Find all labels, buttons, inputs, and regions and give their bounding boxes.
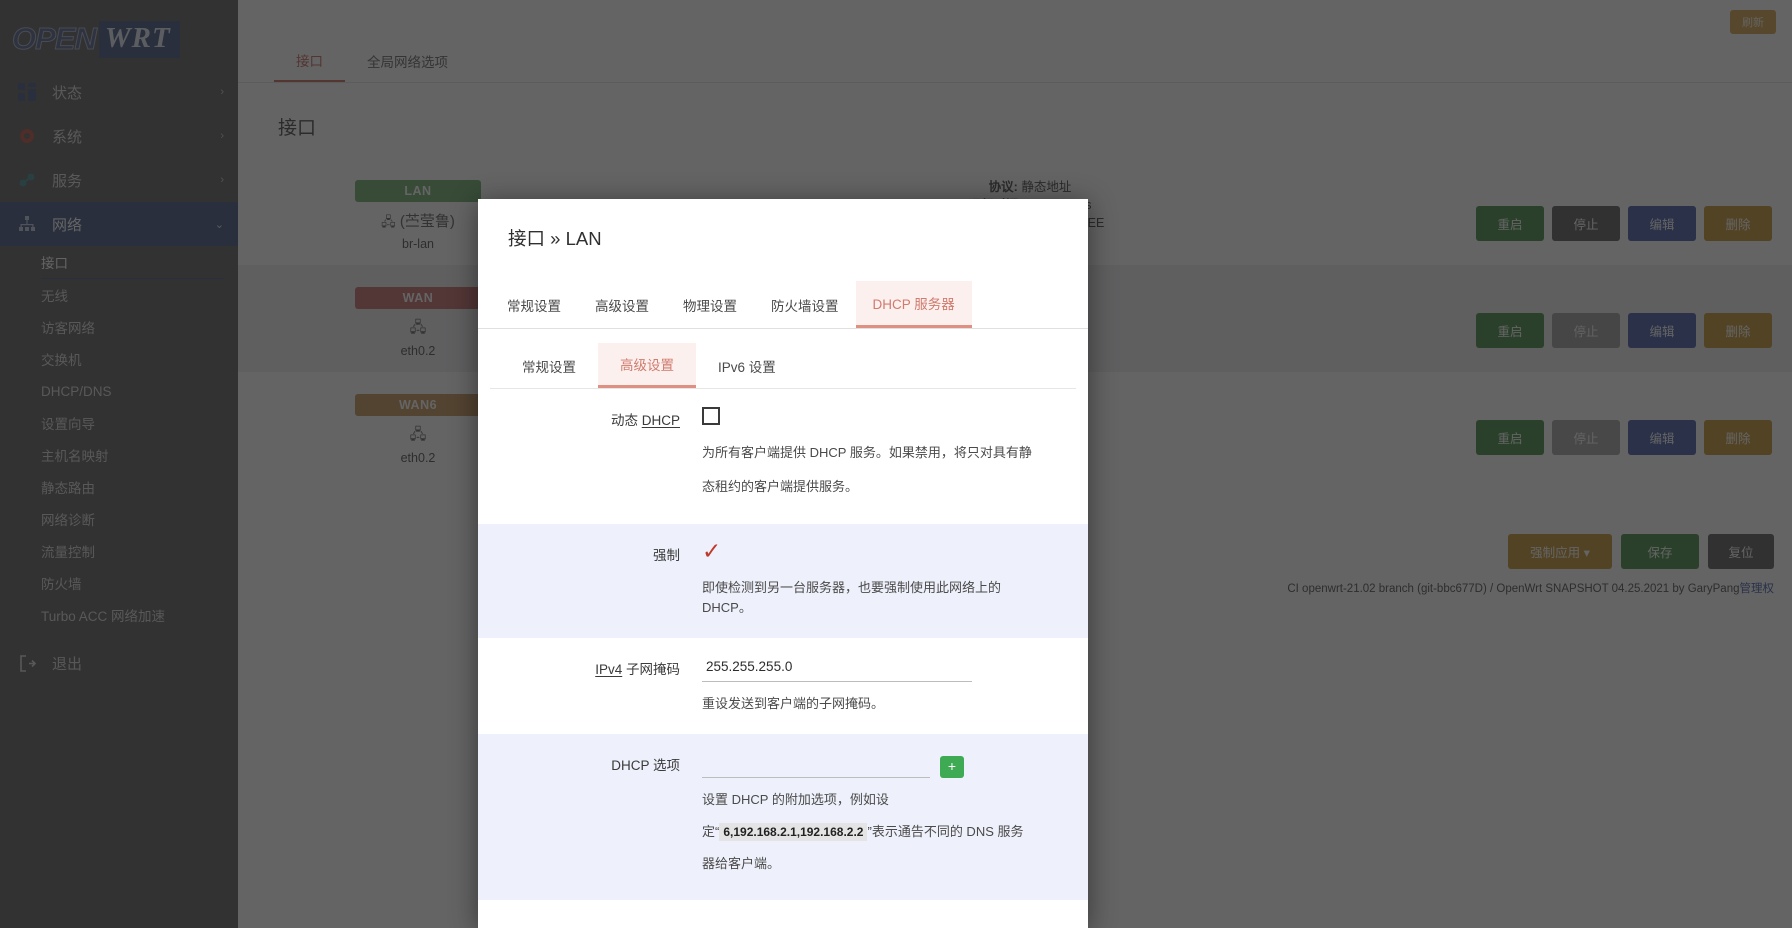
form-row-dynamic-dhcp: 动态 DHCP 为所有客户端提供 DHCP 服务。如果禁用，将只对具有静态租约的… [478,389,1088,524]
dhcp-options-hint: 设置 DHCP 的附加选项，例如设定“6,192.168.2.1,192.168… [702,784,1034,880]
hint-code-sample: 6,192.168.2.1,192.168.2.2 [719,823,867,841]
dhcp-options-input-row: + [702,752,1062,778]
dynamic-dhcp-label: 动态 DHCP [478,407,702,504]
tab-advanced-settings[interactable]: 高级设置 [578,281,666,328]
force-checkmark-icon[interactable]: ✓ [702,542,721,560]
dhcp-options-input[interactable] [702,752,930,778]
app-root: OPEN WRT 状态 › 系统 › 服 [0,0,1792,928]
interface-lan-modal: 接口 » LAN 常规设置 高级设置 物理设置 防火墙设置 DHCP 服务器 常… [478,199,1088,928]
force-control: ✓ 即使检测到另一台服务器，也要强制使用此网络上的 DHCP。 [702,542,1088,618]
dynamic-dhcp-checkbox[interactable] [702,407,720,425]
force-hint: 即使检测到另一台服务器，也要强制使用此网络上的 DHCP。 [702,578,1032,618]
form-row-dhcp-options: DHCP 选项 + 设置 DHCP 的附加选项，例如设定“6,192.168.2… [478,734,1088,900]
ipv4-netmask-label: IPv4 子网掩码 [478,656,702,714]
label-text: 子网掩码 [622,662,680,677]
form-row-force: 强制 ✓ 即使检测到另一台服务器，也要强制使用此网络上的 DHCP。 [478,524,1088,638]
subtab-advanced-settings[interactable]: 高级设置 [598,343,696,388]
tab-dhcp-server[interactable]: DHCP 服务器 [856,281,972,328]
label-text: 动态 [611,413,642,428]
subtab-label: 常规设置 [522,356,576,376]
tab-physical-settings[interactable]: 物理设置 [666,281,754,328]
tab-label: 物理设置 [683,295,737,315]
subtab-label: 高级设置 [620,354,674,374]
modal-subtabbar: 常规设置 高级设置 IPv6 设置 [490,343,1076,389]
dhcp-options-control: + 设置 DHCP 的附加选项，例如设定“6,192.168.2.1,192.1… [702,752,1088,880]
tab-label: DHCP 服务器 [873,293,955,313]
subtab-ipv6-settings[interactable]: IPv6 设置 [696,343,798,388]
modal-title: 接口 » LAN [478,199,1088,251]
tab-label: 高级设置 [595,295,649,315]
subtab-label: IPv6 设置 [718,356,776,376]
ipv4-netmask-input[interactable] [702,656,972,682]
ipv4-netmask-control: 重设发送到客户端的子网掩码。 [702,656,1088,714]
form-row-ipv4-netmask: IPv4 子网掩码 重设发送到客户端的子网掩码。 [478,638,1088,734]
label-underlined-text: IPv4 [595,662,622,677]
ipv4-netmask-hint: 重设发送到客户端的子网掩码。 [702,694,1032,714]
dhcp-options-label: DHCP 选项 [478,752,702,880]
modal-tabbar: 常规设置 高级设置 物理设置 防火墙设置 DHCP 服务器 [478,281,1088,329]
tab-label: 防火墙设置 [771,295,839,315]
add-dhcp-option-button[interactable]: + [940,756,964,778]
label-underlined-text: DHCP [642,413,680,428]
dhcp-advanced-form: 动态 DHCP 为所有客户端提供 DHCP 服务。如果禁用，将只对具有静态租约的… [478,389,1088,928]
tab-label: 常规设置 [507,295,561,315]
dynamic-dhcp-control: 为所有客户端提供 DHCP 服务。如果禁用，将只对具有静态租约的客户端提供服务。 [702,407,1088,504]
force-label: 强制 [478,542,702,618]
dynamic-dhcp-hint: 为所有客户端提供 DHCP 服务。如果禁用，将只对具有静态租约的客户端提供服务。 [702,436,1032,504]
tab-firewall-settings[interactable]: 防火墙设置 [754,281,856,328]
subtab-general-settings[interactable]: 常规设置 [500,343,598,388]
tab-general-settings[interactable]: 常规设置 [490,281,578,328]
